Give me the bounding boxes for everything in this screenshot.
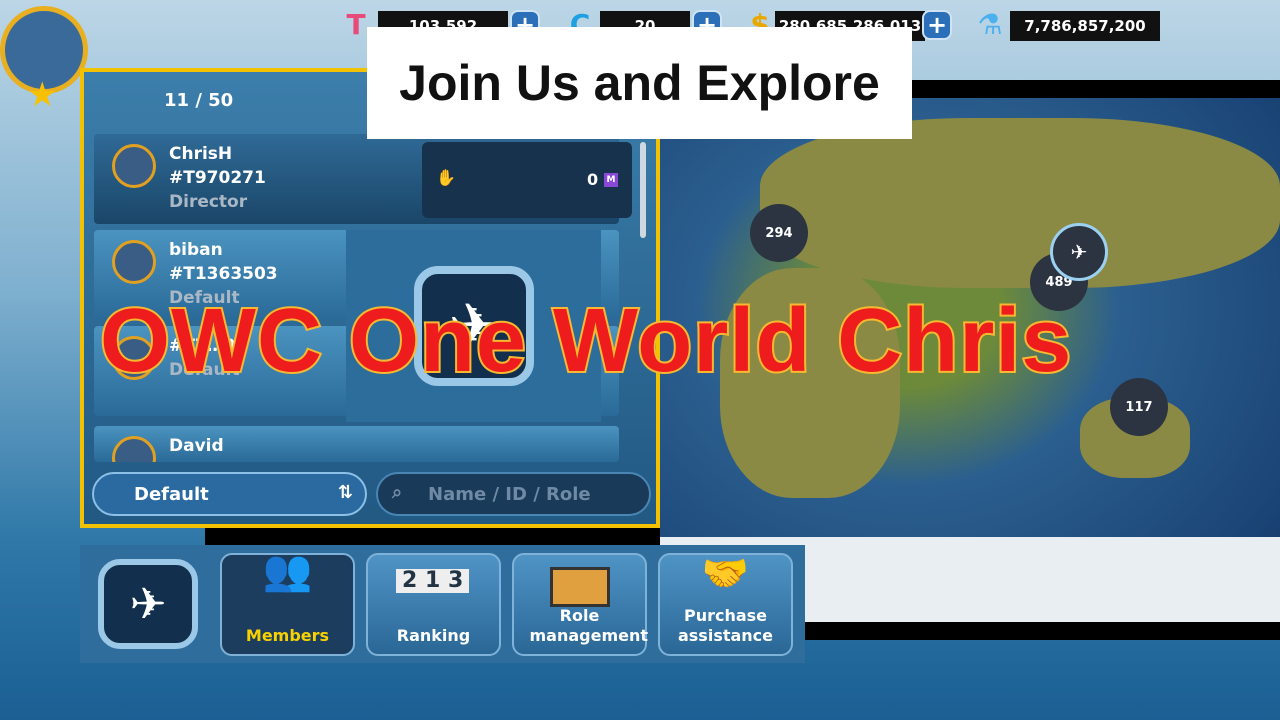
- contribution-icon: ✋: [436, 168, 456, 187]
- search-placeholder: Name / ID / Role: [428, 484, 591, 505]
- member-id: #T970271: [169, 168, 266, 188]
- sort-dropdown[interactable]: Default ⇅: [92, 472, 367, 516]
- scrollbar[interactable]: [640, 142, 646, 238]
- nav-purchase-assistance[interactable]: 🤝 Purchase assistance: [658, 553, 793, 656]
- banner-title: Join Us and Explore: [367, 27, 912, 139]
- nav-ranking[interactable]: 2 1 3 Ranking: [366, 553, 501, 656]
- member-name: David: [169, 436, 224, 456]
- handshake-icon: 🤝: [701, 551, 750, 595]
- member-row[interactable]: David: [94, 426, 619, 462]
- member-count: 11 / 50: [164, 90, 234, 111]
- flask-icon: ⚗: [977, 7, 1003, 41]
- member-name: ChrisH: [169, 144, 233, 164]
- research-value: 7,786,857,200: [1010, 11, 1160, 41]
- sort-icon: ⇅: [337, 482, 353, 503]
- search-icon: ⌕: [392, 482, 403, 503]
- member-name: biban: [169, 240, 223, 260]
- member-id: #T1363503: [169, 264, 278, 284]
- alliance-emblem-icon[interactable]: ✈: [98, 559, 198, 649]
- eurasia: [760, 118, 1280, 288]
- overlay-title: OWC One World Chris: [98, 289, 1073, 393]
- bottom-nav: ✈ 👥 Members 2 1 3 Ranking Role management …: [80, 545, 805, 663]
- add-money-button[interactable]: +: [922, 10, 952, 40]
- pilots-icon: 👥: [262, 548, 313, 594]
- airplane-pin-icon[interactable]: ✈: [1050, 223, 1108, 281]
- member-avatar: [112, 436, 156, 462]
- member-role: Director: [169, 192, 248, 212]
- member-avatar: [112, 240, 156, 284]
- podium-icon: 2 1 3: [396, 569, 470, 593]
- search-input[interactable]: ⌕ Name / ID / Role: [376, 472, 651, 516]
- nav-members[interactable]: 👥 Members: [220, 548, 355, 656]
- star-icon: ★: [27, 75, 58, 115]
- player-avatar[interactable]: ★: [0, 6, 88, 115]
- sort-label: Default: [134, 484, 209, 505]
- m-currency-icon: M: [604, 173, 618, 187]
- nav-role-management[interactable]: Role management: [512, 553, 648, 656]
- member-avatar: [112, 144, 156, 188]
- map-pin[interactable]: 294: [750, 204, 808, 262]
- contribution-value: 0: [587, 170, 599, 189]
- member-row[interactable]: ChrisH #T970271 Director ✋ 0 M: [94, 134, 632, 224]
- id-badge-icon: [549, 567, 610, 607]
